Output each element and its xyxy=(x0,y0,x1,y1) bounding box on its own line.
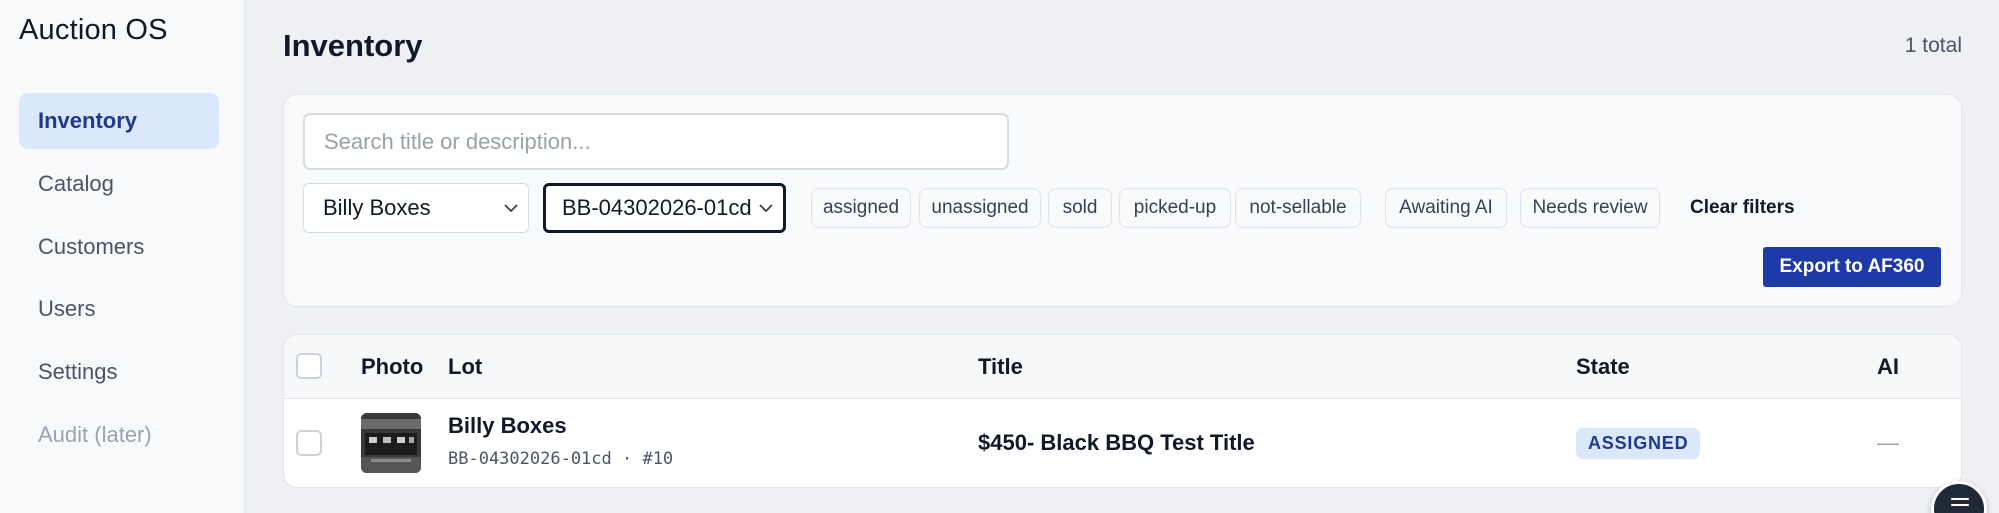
chip-picked-up[interactable]: picked-up xyxy=(1119,188,1231,228)
customer-select[interactable]: Billy Boxes xyxy=(303,183,529,233)
sidebar-item-inventory[interactable]: Inventory xyxy=(19,93,219,149)
export-af360-button[interactable]: Export to AF360 xyxy=(1763,247,1941,287)
chevron-down-icon xyxy=(759,186,773,230)
chip-awaiting-ai[interactable]: Awaiting AI xyxy=(1385,188,1507,228)
app-brand: Auction OS xyxy=(19,14,168,46)
chip-assigned[interactable]: assigned xyxy=(811,188,911,228)
column-title: Title xyxy=(978,354,1023,379)
column-state: State xyxy=(1576,354,1630,379)
item-title[interactable]: $450- Black BBQ Test Title xyxy=(978,430,1255,456)
page-title: Inventory xyxy=(283,28,423,63)
row-checkbox[interactable] xyxy=(296,430,322,456)
sidebar-item-catalog[interactable]: Catalog xyxy=(19,156,219,212)
chip-sold[interactable]: sold xyxy=(1048,188,1112,228)
sidebar-item-customers[interactable]: Customers xyxy=(19,219,219,275)
column-lot: Lot xyxy=(448,354,483,379)
table-header: Photo Lot Title State AI xyxy=(284,335,1961,399)
batch-select[interactable]: BB-04302026-01cd xyxy=(543,183,786,233)
total-count: 1 total xyxy=(1904,34,1962,57)
lot-code: BB-04302026-01cd · #10 xyxy=(448,449,674,469)
column-photo: Photo xyxy=(361,354,424,379)
sidebar-item-settings[interactable]: Settings xyxy=(19,344,219,400)
inventory-table: Photo Lot Title State AI Billy Boxes BB-… xyxy=(283,334,1962,488)
sidebar: Auction OS Inventory Catalog Customers U… xyxy=(0,0,245,513)
lot-photo[interactable] xyxy=(361,413,421,473)
clear-filters-button[interactable]: Clear filters xyxy=(1690,188,1795,228)
select-all-checkbox[interactable] xyxy=(296,353,322,379)
status-badge: ASSIGNED xyxy=(1576,428,1701,459)
chip-unassigned[interactable]: unassigned xyxy=(919,188,1041,228)
customer-select-value: Billy Boxes xyxy=(323,195,431,220)
sidebar-item-audit: Audit (later) xyxy=(38,422,152,447)
sidebar-item-users[interactable]: Users xyxy=(19,281,219,337)
lot-name: Billy Boxes xyxy=(448,413,567,438)
chip-needs-review[interactable]: Needs review xyxy=(1520,188,1660,228)
ai-status: — xyxy=(1877,430,1899,455)
search-input[interactable] xyxy=(303,113,1009,170)
batch-select-value: BB-04302026-01cd xyxy=(562,195,752,220)
chip-not-sellable[interactable]: not-sellable xyxy=(1235,188,1361,228)
chevron-down-icon xyxy=(504,184,518,232)
menu-icon xyxy=(1951,498,1969,510)
filter-panel: Billy Boxes BB-04302026-01cd assigned un… xyxy=(283,94,1962,307)
column-ai: AI xyxy=(1877,354,1899,379)
